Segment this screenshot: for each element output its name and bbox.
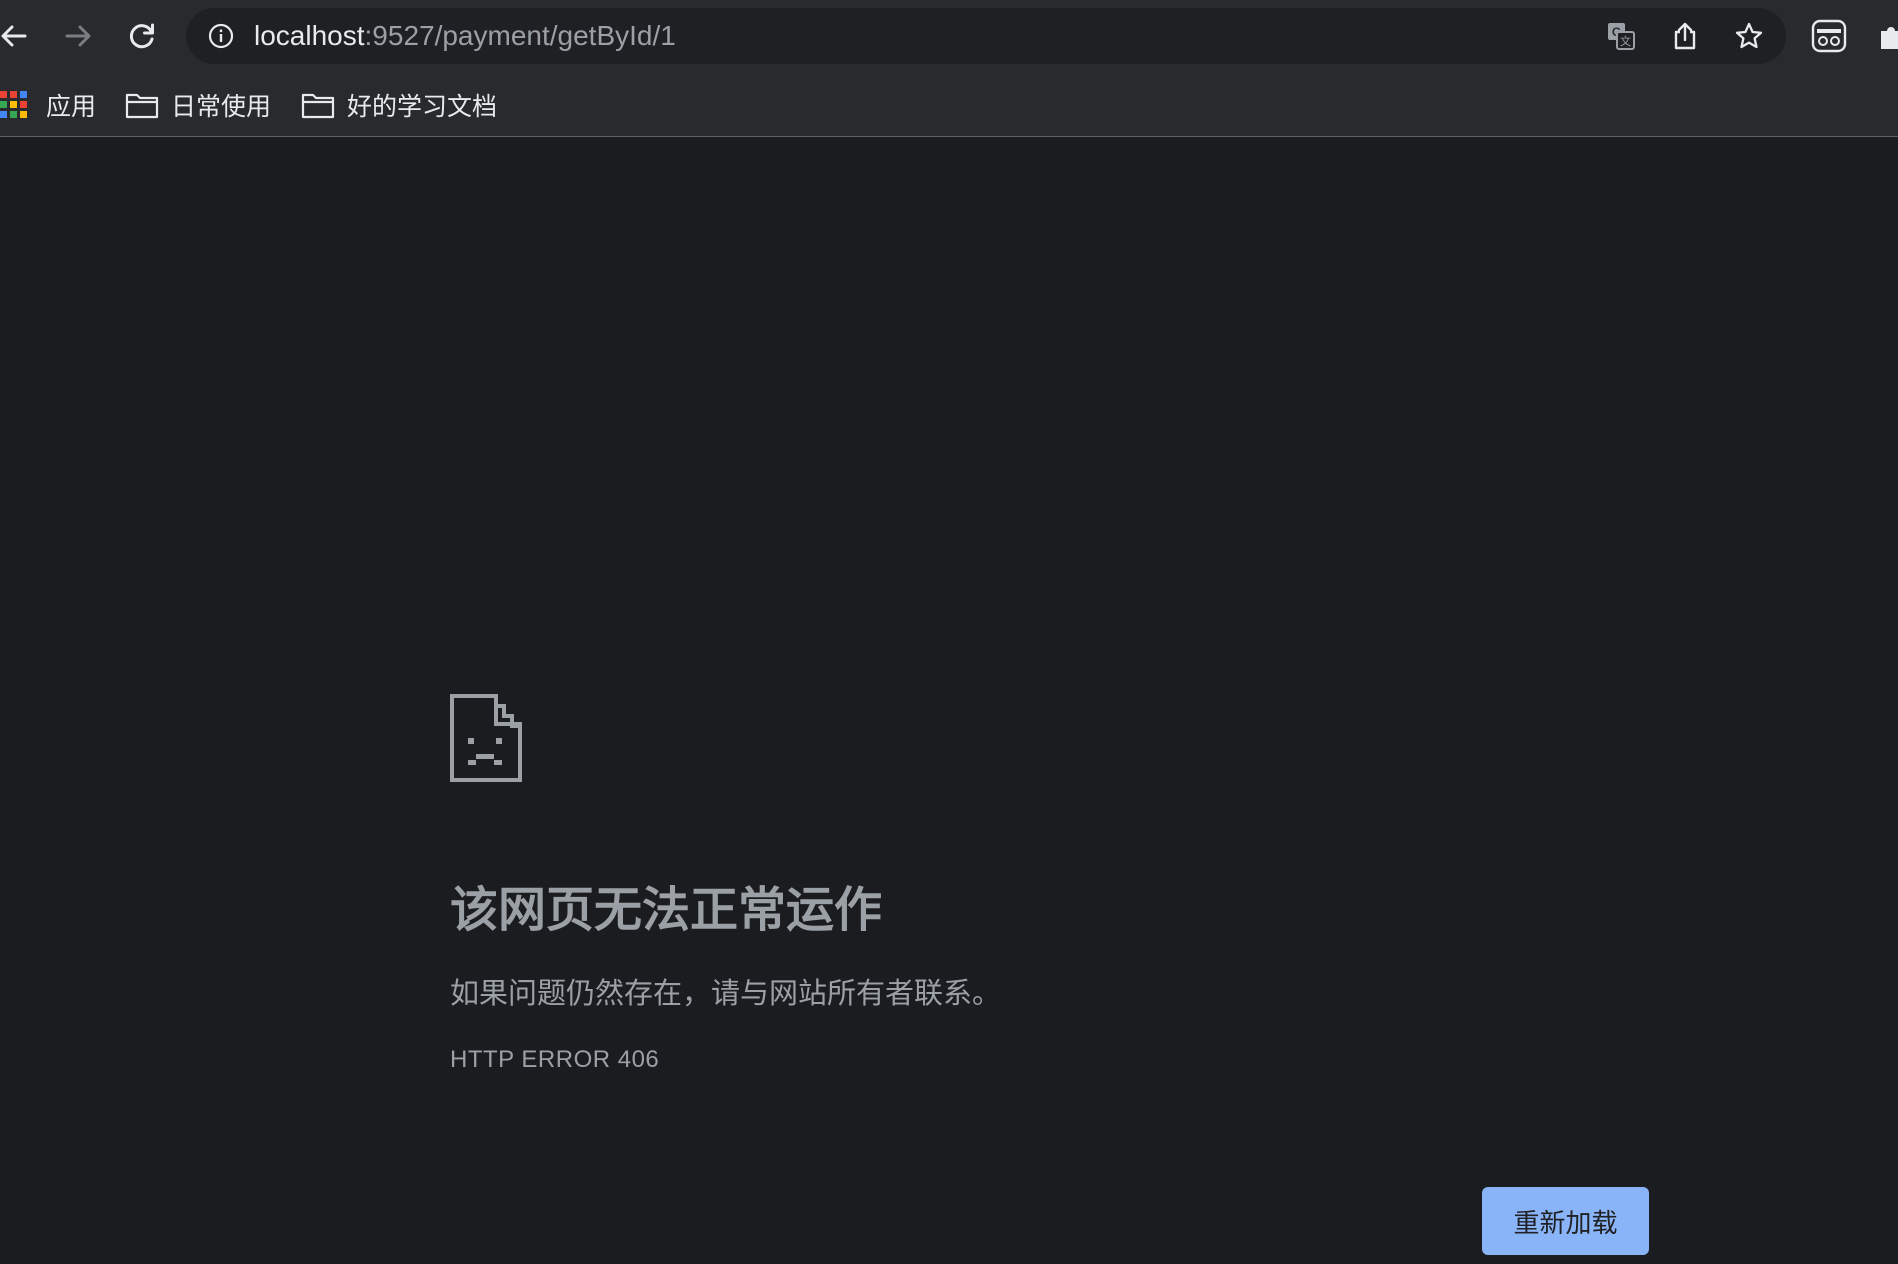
url-host: localhost — [254, 20, 365, 51]
bookmark-folder-daily[interactable]: 日常使用 — [125, 73, 271, 136]
reload-page-button[interactable]: 重新加载 — [1482, 1187, 1649, 1255]
error-description: 如果问题仍然存在，请与网站所有者联系。 — [450, 978, 1002, 1010]
url-text[interactable]: localhost:9527/payment/getById/1 — [254, 8, 676, 64]
bookmark-star-button[interactable] — [1733, 20, 1765, 52]
sad-page-icon — [450, 694, 522, 787]
profile-button[interactable] — [1809, 16, 1849, 56]
reload-button[interactable] — [122, 16, 162, 56]
error-title: 该网页无法正常运作 — [450, 882, 883, 938]
site-info-button[interactable] — [208, 23, 234, 49]
bookmark-label: 日常使用 — [171, 92, 272, 121]
url-path: :9527/payment/getById/1 — [364, 20, 676, 51]
bookmark-folder-docs[interactable]: 好的学习文档 — [301, 73, 497, 136]
bookmark-label: 应用 — [46, 92, 97, 121]
bookmark-apps[interactable]: 应用 — [0, 73, 96, 136]
error-code: HTTP ERROR 406 — [450, 1046, 660, 1073]
star-icon — [1735, 22, 1763, 49]
translate-button[interactable]: G 文 — [1605, 20, 1637, 52]
extensions-button[interactable] — [1872, 16, 1898, 56]
forward-arrow-icon — [65, 25, 91, 47]
info-icon — [208, 23, 234, 49]
share-button[interactable] — [1669, 20, 1701, 52]
share-icon — [1674, 22, 1696, 50]
translate-icon: G 文 — [1608, 23, 1635, 50]
back-button[interactable] — [0, 16, 34, 56]
bookmark-label: 好的学习文档 — [347, 92, 498, 121]
browser-toolbar: localhost:9527/payment/getById/1 G 文 — [0, 0, 1898, 73]
folder-icon — [125, 93, 159, 118]
apps-grid-icon — [0, 90, 27, 118]
puzzle-extensions-icon — [1881, 27, 1898, 49]
reload-icon — [129, 23, 154, 49]
folder-icon — [301, 93, 335, 118]
svg-text:文: 文 — [1620, 34, 1631, 48]
bookmarks-bar: 应用 日常使用 好的学习文档 — [0, 73, 1898, 137]
forward-button[interactable] — [58, 16, 98, 56]
address-bar[interactable]: localhost:9527/payment/getById/1 G 文 — [186, 8, 1786, 64]
back-arrow-icon — [1, 25, 27, 47]
incognito-profile-icon — [1811, 19, 1847, 53]
